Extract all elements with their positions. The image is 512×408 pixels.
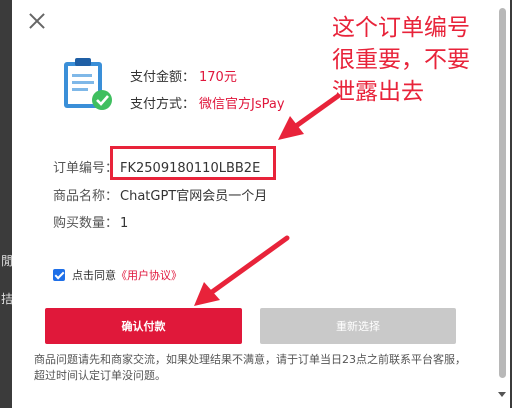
annotation-line: 很重要，不要 bbox=[332, 47, 470, 73]
payment-amount-label: 支付金额： bbox=[130, 70, 196, 85]
product-name-row: 商品名称： ChatGPT官网会员一个月 bbox=[53, 185, 267, 204]
product-name-label: 商品名称： bbox=[53, 189, 119, 204]
document-check-icon bbox=[64, 58, 112, 110]
product-name-value: ChatGPT官网会员一个月 bbox=[120, 189, 268, 204]
confirm-payment-button[interactable]: 确认付款 bbox=[45, 308, 242, 344]
payment-amount: 支付金额： 170元 bbox=[130, 66, 237, 85]
close-icon[interactable] bbox=[28, 12, 46, 30]
agreement-text: 点击同意 bbox=[72, 269, 116, 282]
notice-text: 商品问题请先和商家交流，如果处理结果不满意，请于订单当日23点之前联系平台客服，… bbox=[34, 353, 466, 382]
quantity-label: 购买数量： bbox=[53, 216, 119, 231]
payment-method-value: 微信官方JsPay bbox=[199, 97, 285, 112]
annotation-line: 这个订单编号 bbox=[332, 15, 470, 41]
reselect-button[interactable]: 重新选择 bbox=[260, 308, 456, 344]
agreement-row: 点击同意 《用户协议》 bbox=[53, 267, 182, 283]
order-number-highlight bbox=[110, 146, 276, 180]
warning-annotation: 这个订单编号 很重要，不要 泄露出去 bbox=[332, 12, 502, 108]
annotation-line: 泄露出去 bbox=[332, 79, 424, 105]
scroll-down-icon[interactable] bbox=[498, 392, 506, 397]
quantity-row: 购买数量： 1 bbox=[53, 212, 128, 231]
agreement-checkbox[interactable] bbox=[53, 269, 65, 281]
order-number-label: 订单编号： bbox=[53, 161, 119, 176]
user-agreement-link[interactable]: 《用户协议》 bbox=[116, 267, 182, 283]
payment-method-label: 支付方式： bbox=[130, 97, 196, 112]
payment-method: 支付方式： 微信官方JsPay bbox=[130, 93, 285, 112]
payment-amount-value: 170元 bbox=[199, 70, 237, 85]
quantity-value: 1 bbox=[120, 216, 129, 231]
